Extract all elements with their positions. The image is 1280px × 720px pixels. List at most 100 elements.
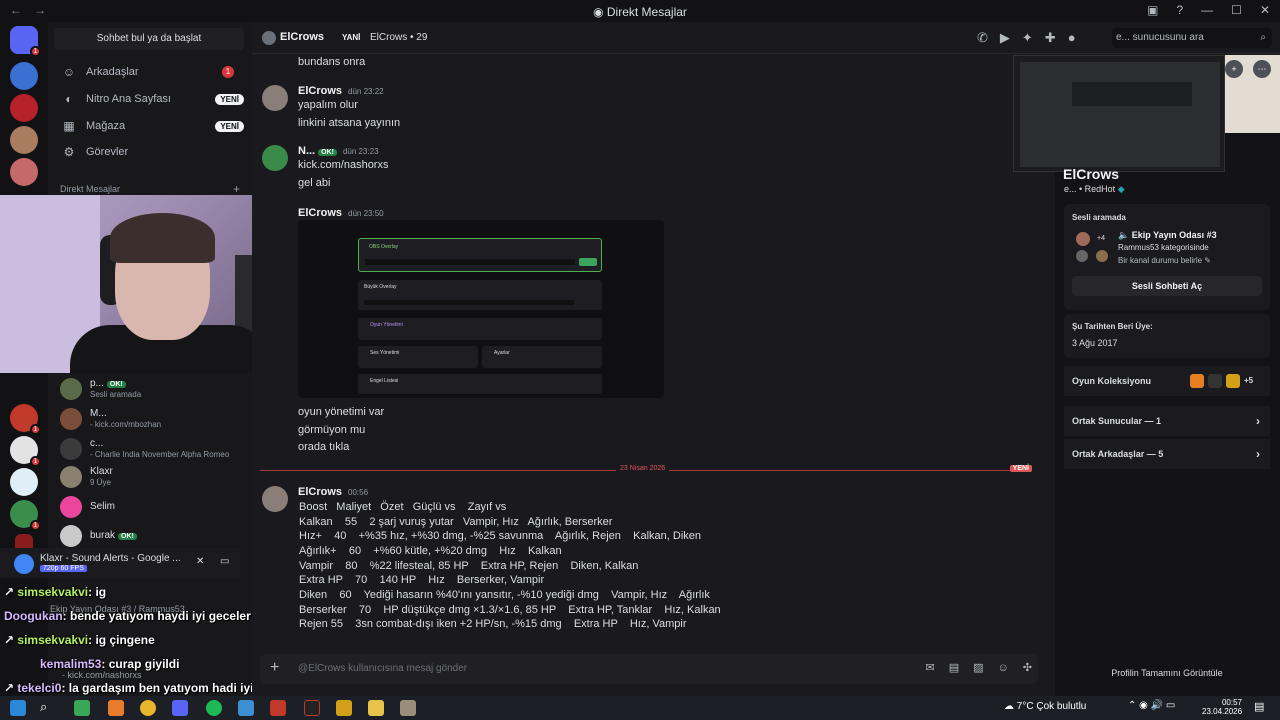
nav-friends[interactable]: ☺ Arkadaşlar 1 xyxy=(56,60,244,84)
message-link[interactable]: kick.com/nashorxs xyxy=(298,159,388,171)
profile-icon[interactable]: ● xyxy=(1068,30,1076,45)
table-row: Berserker 70 HP düştükçe dmg ×1.3/×1.6, … xyxy=(299,604,721,616)
message-text: görmüyon mu xyxy=(298,424,366,436)
voice-call-icon[interactable]: ✆ xyxy=(977,30,988,45)
voice-status[interactable]: Bir kanal durumu belirle ✎ xyxy=(1118,256,1211,265)
emoji-icon[interactable]: ☺ xyxy=(998,662,1009,674)
apps-icon[interactable]: ✣ xyxy=(1023,662,1032,674)
game-collection[interactable]: Oyun Koleksiyonu +5 xyxy=(1064,366,1270,396)
weather-widget[interactable]: ☁ 7°C Çok bulutlu xyxy=(1004,701,1086,712)
message-author[interactable]: N... xyxy=(298,145,315,157)
profile-name: ElCrows xyxy=(1063,166,1120,182)
embed-url-field xyxy=(364,300,574,305)
embed-panel-big: Büyük Overlay xyxy=(358,280,602,310)
taskbar-app-icon[interactable] xyxy=(74,700,90,716)
server-search-input[interactable]: e... sunucusunu ara ⌕ xyxy=(1112,28,1272,48)
message-composer[interactable]: + @ElCrows kullanıcısına mesaj gönder ✉ ▤… xyxy=(260,654,1038,684)
nav-friends-label: Arkadaşlar xyxy=(86,66,139,78)
stream-preview-thumbnail[interactable] xyxy=(1013,55,1225,172)
mutual-friends-row[interactable]: Ortak Arkadaşlar — 5 › xyxy=(1064,439,1270,469)
avatar xyxy=(60,408,82,430)
avatar xyxy=(1076,250,1088,262)
avatar xyxy=(1076,232,1090,246)
add-attachment-icon[interactable]: + xyxy=(270,659,279,677)
avatar[interactable] xyxy=(262,145,288,171)
file-explorer-icon[interactable] xyxy=(368,700,384,716)
dm-item[interactable]: c... - Charlie India November Alpha Romeo xyxy=(56,435,246,463)
friends-badge: 1 xyxy=(222,66,234,78)
header-name[interactable]: ElCrows xyxy=(280,31,324,43)
dm-item[interactable]: p... OK! Sesli aramada xyxy=(56,375,246,403)
nav-shop[interactable]: ▦ Mağaza YENİ xyxy=(56,114,244,138)
game-collection-label: Oyun Koleksiyonu xyxy=(1072,376,1152,386)
server-icon-flash[interactable] xyxy=(10,468,38,496)
minimize-button[interactable]: — xyxy=(1201,3,1213,17)
nav-nitro[interactable]: ◐ Nitro Ana Sayfası YENİ xyxy=(56,87,244,111)
message-author[interactable]: ElCrows xyxy=(298,207,342,219)
server-icon-green[interactable]: 1 xyxy=(10,500,41,531)
taskbar-app-icon[interactable] xyxy=(270,700,286,716)
video-call-icon[interactable]: ▶ xyxy=(1000,30,1010,45)
dm-item[interactable]: M... - kick.com/mbozhan xyxy=(56,405,246,433)
view-full-profile-link[interactable]: Profilin Tamamını Görüntüle xyxy=(1064,668,1270,678)
message-author[interactable]: ElCrows xyxy=(298,486,342,498)
spotify-icon[interactable] xyxy=(206,700,222,716)
share-screen-icon[interactable]: ▭ xyxy=(220,556,229,567)
avatar[interactable] xyxy=(262,85,288,111)
gift-icon[interactable]: ✉ xyxy=(926,662,935,674)
header-avatar xyxy=(262,31,276,45)
chrome-icon[interactable] xyxy=(140,700,156,716)
dm-item[interactable]: burak OK! xyxy=(56,522,246,550)
taskbar-app-icon[interactable] xyxy=(400,700,416,716)
pin-icon[interactable]: ✦ xyxy=(1022,30,1033,45)
chat-main: ElCrows YANİ ElCrows • 29 ✆ ▶ ✦ ✚ ● e... sun… xyxy=(252,22,1280,698)
nitro-icon: ◐ xyxy=(65,92,73,106)
voice-room[interactable]: 🔈 Ekip Yayın Odası #3 xyxy=(1118,230,1217,241)
open-voice-chat-button[interactable]: Sesli Sohbeti Aç xyxy=(1072,276,1262,296)
discord-taskbar-icon[interactable] xyxy=(172,700,188,716)
add-dm-icon[interactable]: + xyxy=(233,182,240,196)
server-icon-face[interactable] xyxy=(10,126,38,154)
nav-quests[interactable]: ⚙ Görevler xyxy=(56,140,244,164)
dm-list-header: Direkt Mesajlar + xyxy=(60,182,240,196)
server-icon-red[interactable] xyxy=(10,94,38,122)
server-icon-ring[interactable]: 1 xyxy=(10,404,41,435)
server-icon-pink[interactable] xyxy=(10,158,38,186)
mutual-servers-row[interactable]: Ortak Sunucular — 1 › xyxy=(1064,406,1270,436)
add-friend-icon[interactable]: + xyxy=(1225,60,1243,78)
avatar[interactable] xyxy=(262,486,288,512)
more-options-icon[interactable]: ⋯ xyxy=(1253,60,1271,78)
windows-start-icon[interactable] xyxy=(10,700,26,716)
window-title: ◉ Direkt Mesajlar xyxy=(593,5,687,19)
taskbar-app-icon[interactable] xyxy=(108,700,124,716)
gif-icon[interactable]: ▤ xyxy=(949,662,959,674)
add-friends-icon[interactable]: ✚ xyxy=(1045,30,1056,45)
dm-item[interactable]: Klaxr 9 Üye xyxy=(56,463,246,491)
sticker-icon[interactable]: ▨ xyxy=(973,662,983,674)
system-tray-icons[interactable]: ⌃ ◉ 🔊 ▭ xyxy=(1128,700,1175,711)
close-button[interactable]: ✕ xyxy=(1260,3,1270,17)
notification-icon[interactable]: ▤ xyxy=(1254,700,1264,713)
stream-overlay-bar: Klaxr - Sound Alerts - Google ... 720p 6… xyxy=(0,548,240,578)
server-icon-mario[interactable]: 1 xyxy=(10,436,41,467)
dm-search-input[interactable]: Sohbet bul ya da başlat xyxy=(54,28,244,50)
taskbar-app-icon[interactable] xyxy=(238,700,254,716)
help-icon[interactable]: ? xyxy=(1176,3,1183,17)
search-icon[interactable]: ⌕ xyxy=(40,699,47,715)
inbox-icon[interactable]: ▣ xyxy=(1147,3,1158,17)
dm-name: p... xyxy=(90,378,104,389)
image-attachment[interactable]: OBS Overlay Büyük Overlay Oyun Yönetimi … xyxy=(298,220,664,398)
message-author[interactable]: ElCrows xyxy=(298,85,342,97)
taskbar-app-icon[interactable] xyxy=(336,700,352,716)
server-icon-sonic[interactable] xyxy=(10,62,38,90)
stop-stream-icon[interactable]: ✕ xyxy=(196,556,204,567)
discord-home-icon[interactable]: 1 xyxy=(10,26,41,57)
maximize-button[interactable]: ☐ xyxy=(1231,3,1242,17)
stream-quality: 720p 60 FPS xyxy=(40,565,87,572)
taskbar-app-icon[interactable] xyxy=(304,700,320,716)
clock[interactable]: 00:57 23.04.2026 xyxy=(1202,698,1242,716)
message-text: orada tıkla xyxy=(298,441,350,453)
avatar xyxy=(60,378,82,400)
dm-item[interactable]: Selim xyxy=(56,493,246,521)
avatar xyxy=(1096,250,1108,262)
